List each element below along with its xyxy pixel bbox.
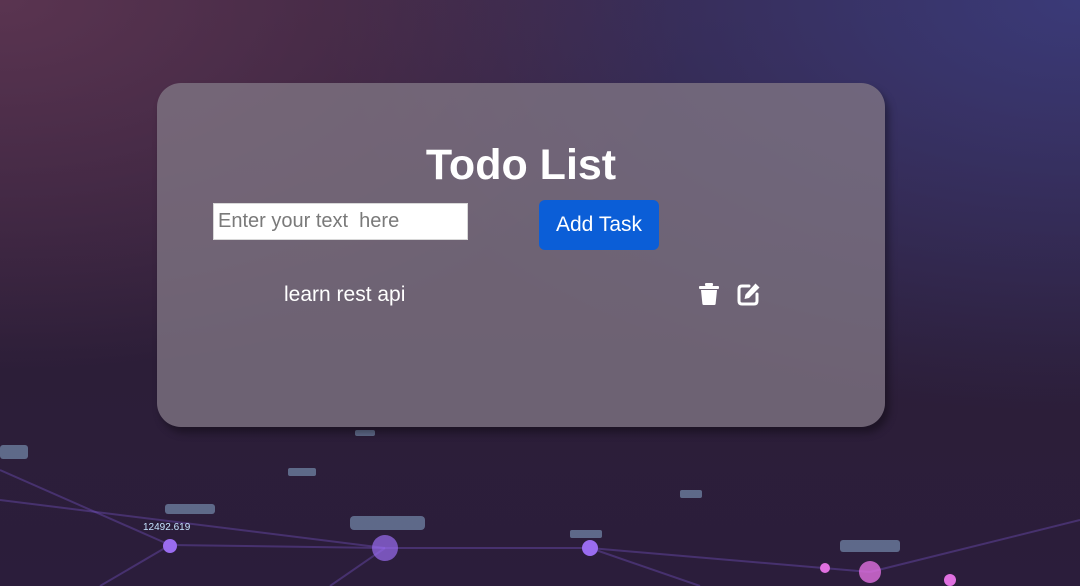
edit-icon[interactable] [737,282,761,306]
network-label: 12492.619 [143,522,191,533]
add-task-button[interactable]: Add Task [539,200,659,250]
task-text: learn rest api [284,283,406,306]
todo-card [157,83,885,427]
task-input[interactable] [213,203,468,240]
trash-icon[interactable] [697,282,721,306]
page-title: Todo List [425,141,617,189]
